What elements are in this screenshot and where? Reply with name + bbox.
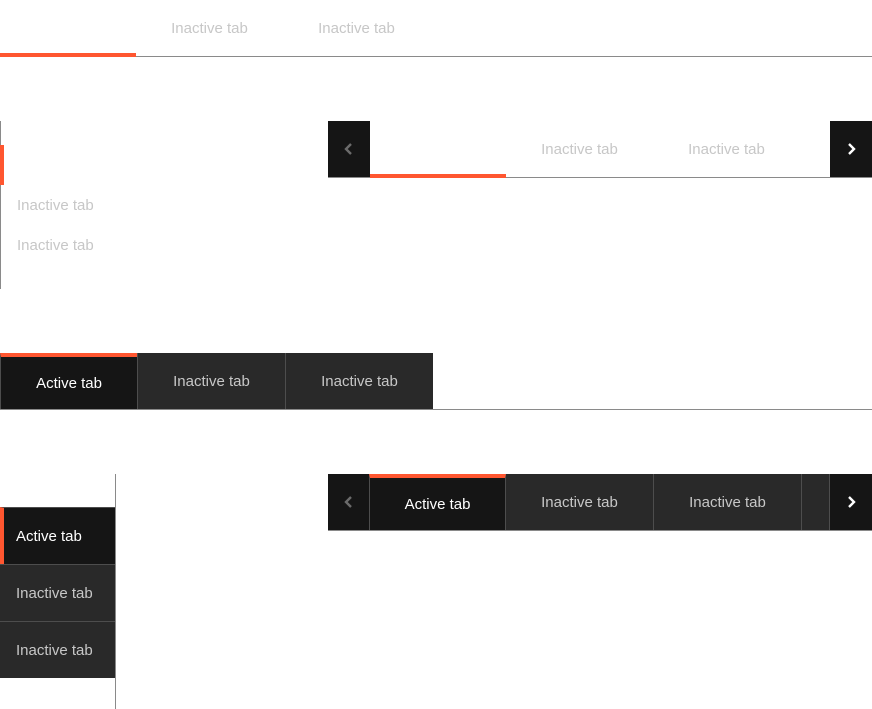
- dark-horizontal-tabs: Active tab Inactive tab Inactive tab: [0, 353, 872, 410]
- scroll-prev-button[interactable]: [328, 121, 370, 177]
- tab-partial[interactable]: [802, 474, 830, 530]
- chevron-right-icon: [848, 143, 856, 155]
- chevron-right-icon: [848, 496, 856, 508]
- tab-inactive[interactable]: Inactive tab: [285, 353, 433, 409]
- tab-inactive[interactable]: Inactive tab: [506, 474, 654, 530]
- light-horizontal-tabs: Active tab Inactive tab Inactive tab: [0, 0, 872, 57]
- dark-vertical-tabs: Active tab Inactive tab Inactive tab: [0, 474, 116, 709]
- scroll-next-button[interactable]: [830, 121, 872, 177]
- light-vertical-tabs: Active tab Inactive tab Inactive tab: [0, 121, 160, 289]
- tab-inactive[interactable]: Inactive tab: [283, 0, 430, 57]
- tab-inactive[interactable]: Inactive tab: [1, 185, 151, 225]
- tab-inactive[interactable]: Inactive tab: [1, 225, 151, 265]
- dark-scrollable-tabs: Active tab Inactive tab Inactive tab: [328, 474, 872, 531]
- tab-active[interactable]: Active tab: [0, 507, 115, 564]
- tab-inactive[interactable]: Inactive tab: [653, 121, 800, 178]
- chevron-left-icon: [344, 143, 352, 155]
- tab-inactive[interactable]: Inactive tab: [654, 474, 802, 530]
- tab-inactive[interactable]: Inactive tab: [506, 121, 653, 178]
- tab-inactive[interactable]: Inactive tab: [0, 564, 115, 621]
- tab-inactive[interactable]: Inactive tab: [0, 621, 115, 678]
- tab-active[interactable]: Active tab: [0, 353, 137, 409]
- tab-active[interactable]: Active tab: [0, 0, 136, 57]
- chevron-left-icon: [344, 496, 352, 508]
- tab-inactive[interactable]: Inactive tab: [137, 353, 285, 409]
- scroll-next-button[interactable]: [830, 474, 872, 530]
- scroll-prev-button[interactable]: [328, 474, 370, 530]
- tab-active[interactable]: Active tab: [369, 474, 506, 530]
- tab-active[interactable]: Active tab: [0, 145, 150, 185]
- tab-inactive[interactable]: Inactive tab: [136, 0, 283, 57]
- tab-active[interactable]: Active tab: [370, 121, 506, 178]
- light-scrollable-tabs: Active tab Inactive tab Inactive tab: [328, 121, 872, 178]
